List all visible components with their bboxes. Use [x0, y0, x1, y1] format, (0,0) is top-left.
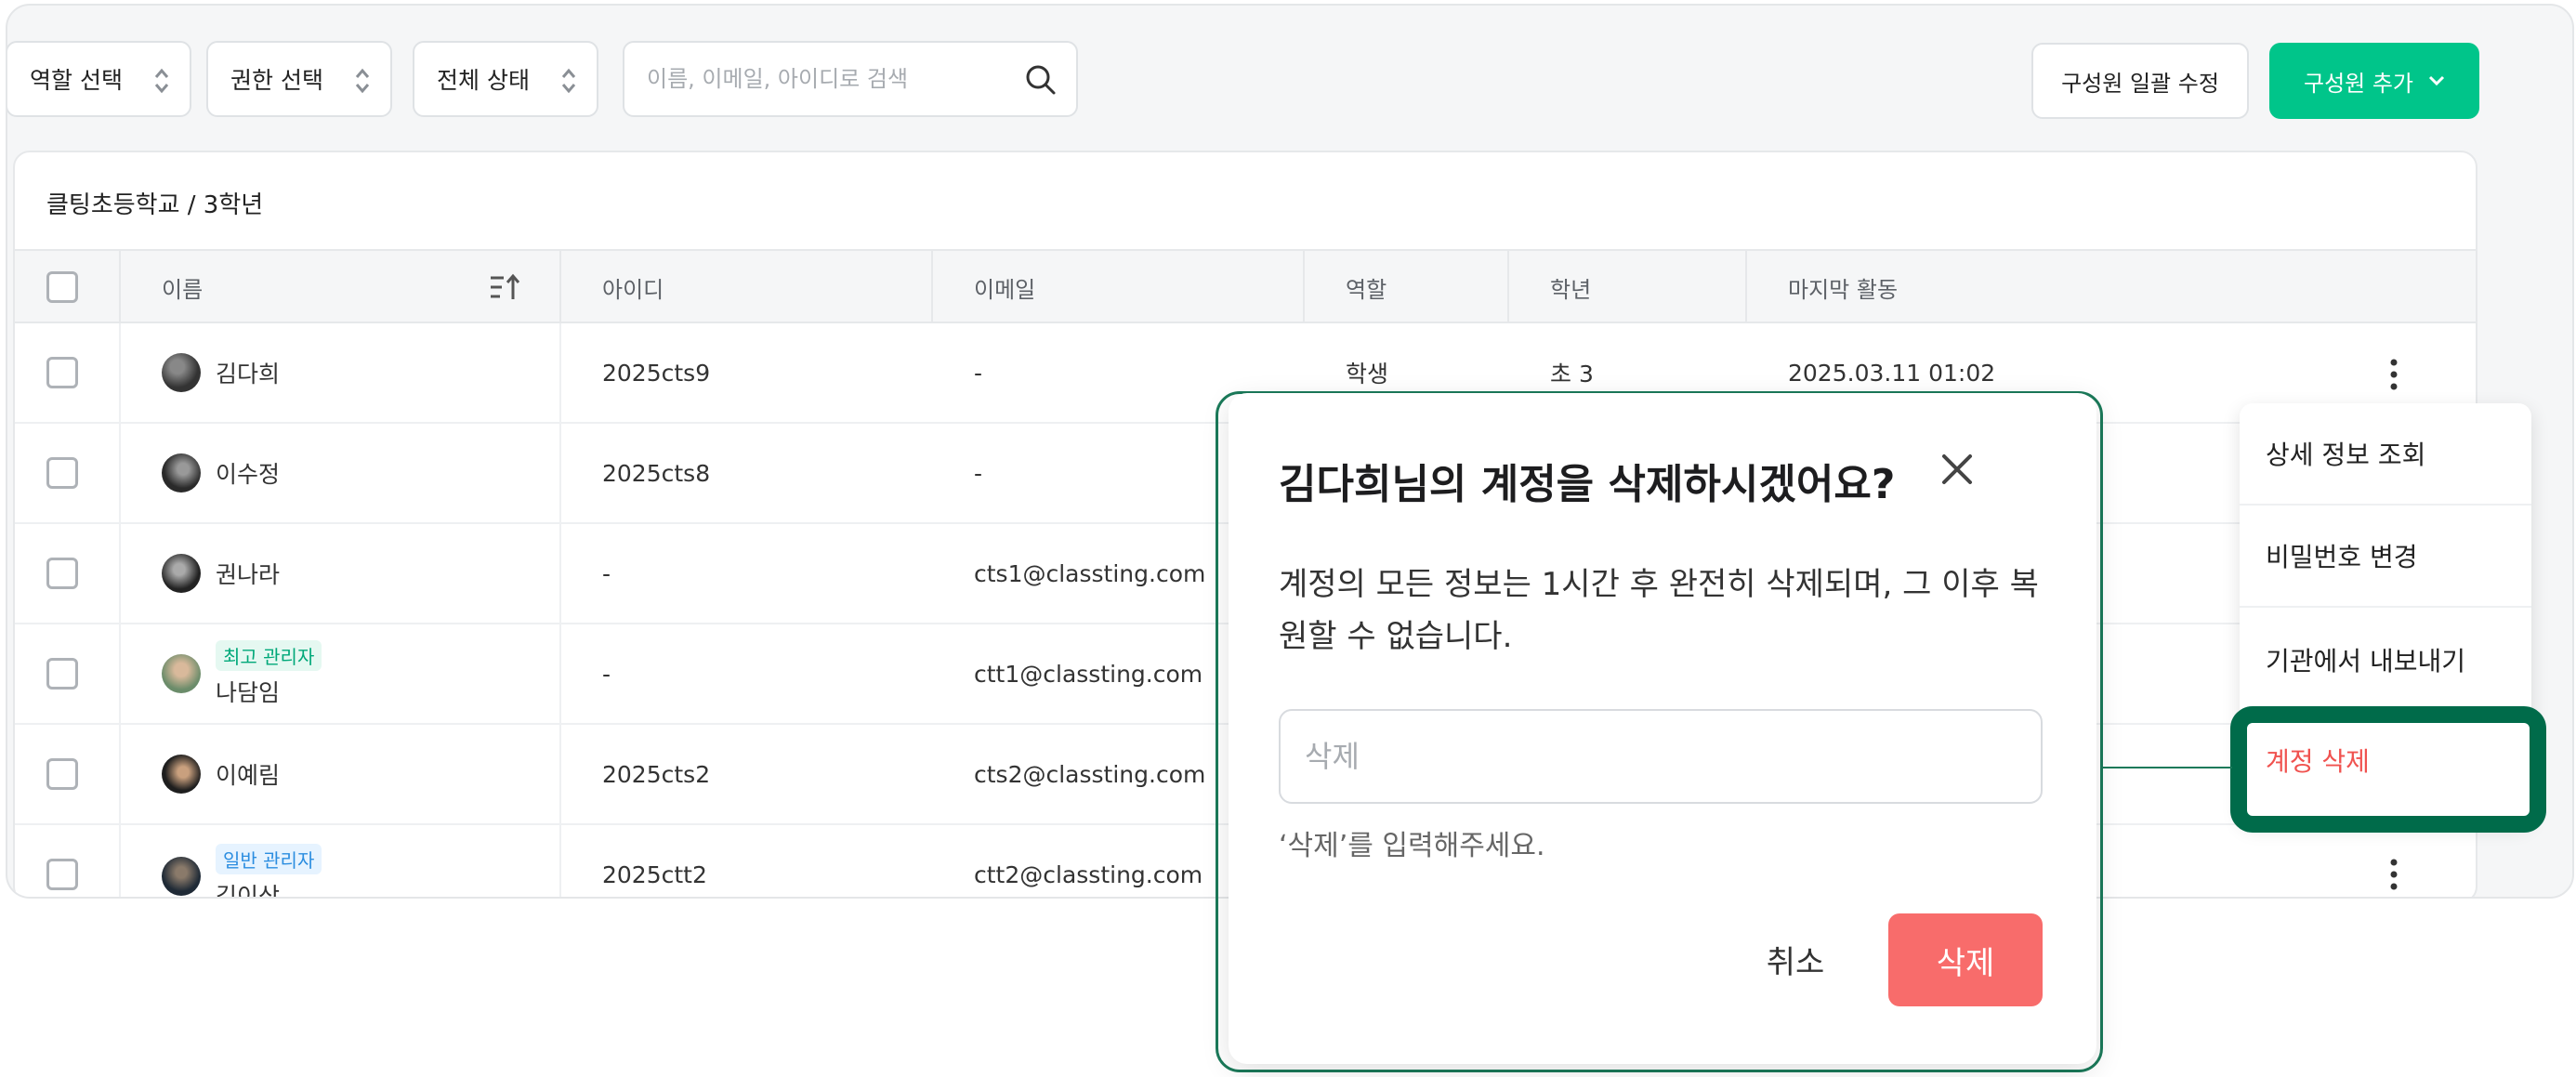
- row-checkbox[interactable]: [46, 357, 78, 388]
- dialog-title: 김다희님의 계정을 삭제하시겠어요?: [1279, 461, 1896, 508]
- column-header-name[interactable]: 이름: [119, 251, 559, 323]
- role-badge: 일반 관리자: [216, 844, 322, 874]
- sort-updown-icon: [154, 68, 169, 94]
- member-name: 김다희: [216, 361, 281, 387]
- member-id: 2025cts9: [602, 359, 711, 387]
- member-email: cts2@classting.com: [974, 760, 1206, 788]
- role-badge: 최고 관리자: [216, 639, 322, 671]
- search-icon[interactable]: [1024, 63, 1058, 97]
- role-filter-label: 역할 선택: [30, 67, 123, 94]
- more-options-icon[interactable]: [2390, 359, 2398, 390]
- add-member-button[interactable]: 구성원 추가: [2269, 43, 2479, 119]
- row-checkbox[interactable]: [46, 457, 78, 489]
- avatar: [162, 654, 201, 693]
- column-header-last-active: 마지막 활동: [1745, 251, 2476, 323]
- cancel-button[interactable]: 취소: [1712, 912, 1879, 1006]
- menu-item-view-details[interactable]: 상세 정보 조회: [2266, 435, 2425, 472]
- confirm-delete-input[interactable]: [1279, 709, 2043, 804]
- role-filter-select[interactable]: 역할 선택: [7, 41, 191, 117]
- row-checkbox[interactable]: [46, 859, 78, 890]
- member-id: 2025cts2: [602, 760, 711, 788]
- table-header: 이름 아이디 이메일 역할 학년 마지막 활동: [15, 249, 2476, 323]
- select-all-cell: [46, 251, 78, 323]
- select-all-checkbox[interactable]: [46, 271, 78, 303]
- member-name: 이수정: [216, 461, 281, 488]
- bulk-edit-button[interactable]: 구성원 일괄 수정: [2031, 43, 2249, 119]
- member-id: -: [602, 559, 611, 587]
- dialog-description: 계정의 모든 정보는 1시간 후 완전히 삭제되며, 그 이후 복원할 수 없습…: [1279, 566, 2039, 655]
- avatar: [162, 755, 201, 794]
- avatar: [162, 353, 201, 392]
- delete-confirm-button[interactable]: 삭제: [1888, 913, 2043, 1006]
- row-checkbox[interactable]: [46, 658, 78, 690]
- search-input[interactable]: [647, 66, 1000, 92]
- member-email: cts1@classting.com: [974, 559, 1206, 587]
- member-name: 나담임: [216, 678, 281, 706]
- annotation-connector: [2102, 767, 2232, 768]
- menu-divider: [2240, 504, 2531, 506]
- column-header-grade: 학년: [1507, 251, 1745, 323]
- avatar: [162, 554, 201, 593]
- status-filter-select[interactable]: 전체 상태: [413, 41, 598, 117]
- status-filter-label: 전체 상태: [437, 67, 530, 94]
- avatar: [162, 857, 201, 896]
- column-header-name-label: 이름: [162, 276, 204, 303]
- member-id: 2025cts8: [602, 459, 711, 487]
- member-id: 2025ctt2: [602, 860, 707, 888]
- row-checkbox[interactable]: [46, 758, 78, 790]
- column-header-role: 역할: [1303, 251, 1507, 323]
- row-checkbox[interactable]: [46, 558, 78, 589]
- delete-account-dialog: 김다희님의 계정을 삭제하시겠어요? 계정의 모든 정보는 1시간 후 완전히 …: [1229, 393, 2096, 1064]
- member-name: 이예림: [216, 762, 281, 789]
- member-email: ctt2@classting.com: [974, 860, 1203, 888]
- sort-icon[interactable]: [489, 273, 520, 301]
- input-hint: ‘삭제’를 입력해주세요.: [1279, 830, 1545, 862]
- member-email: ctt1@classting.com: [974, 660, 1203, 688]
- member-email: -: [974, 459, 983, 487]
- add-member-label: 구성원 추가: [2303, 70, 2414, 97]
- menu-item-change-password[interactable]: 비밀번호 변경: [2266, 537, 2417, 574]
- member-email: -: [974, 359, 983, 387]
- menu-divider: [2240, 606, 2531, 608]
- sort-updown-icon: [561, 68, 576, 94]
- menu-item-export-from-org[interactable]: 기관에서 내보내기: [2266, 641, 2465, 678]
- permission-filter-select[interactable]: 권한 선택: [206, 41, 392, 117]
- close-icon[interactable]: [1935, 447, 1979, 492]
- member-name: 김이상: [216, 883, 281, 899]
- chevron-down-icon: [2428, 75, 2445, 86]
- sort-updown-icon: [355, 68, 370, 94]
- breadcrumb: 클팅초등학교 / 3학년: [46, 191, 264, 219]
- avatar: [162, 453, 201, 493]
- column-header-id: 아이디: [559, 251, 931, 323]
- member-name: 권나라: [216, 561, 281, 588]
- search-box: [623, 41, 1078, 117]
- highlight-annotation: [2230, 706, 2546, 833]
- column-header-email: 이메일: [931, 251, 1303, 323]
- member-id: -: [602, 660, 611, 688]
- permission-filter-label: 권한 선택: [230, 67, 323, 94]
- more-options-icon[interactable]: [2390, 859, 2398, 890]
